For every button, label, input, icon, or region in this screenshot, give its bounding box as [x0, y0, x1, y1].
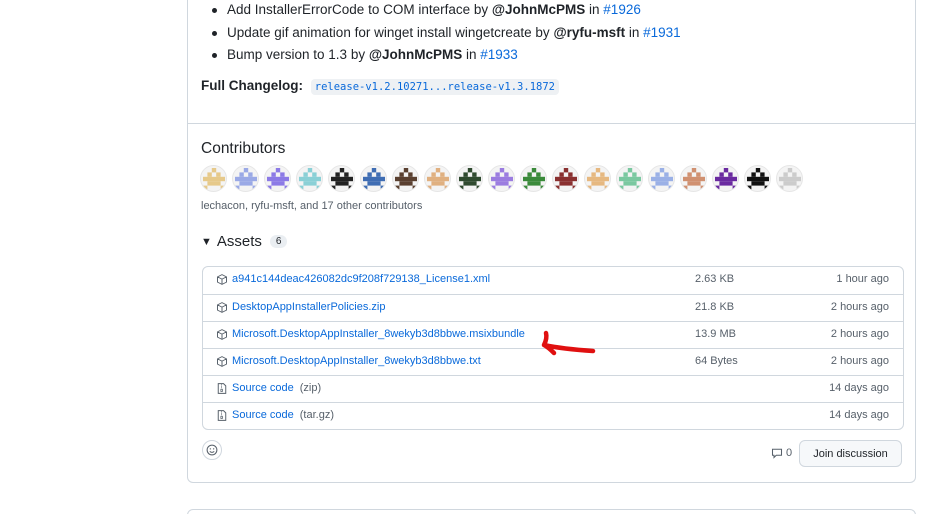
asset-row: a941c144deac426082dc9f208f729138_License… — [203, 267, 903, 294]
contributor-avatar[interactable] — [232, 165, 259, 192]
smiley-icon — [206, 444, 218, 456]
note-item: Update gif animation for winget install … — [212, 24, 681, 47]
contributor-avatar[interactable] — [200, 165, 227, 192]
pr-link[interactable]: #1926 — [603, 2, 641, 17]
asset-time: 2 hours ago — [830, 301, 889, 313]
package-icon — [216, 301, 228, 314]
contributors-summary: lechacon, ryfu-msft, and 17 other contri… — [201, 200, 423, 212]
contributor-avatar[interactable] — [584, 165, 611, 192]
contributor-avatar[interactable] — [296, 165, 323, 192]
contributor-avatar[interactable] — [456, 165, 483, 192]
contributor-avatar[interactable] — [680, 165, 707, 192]
user-mention-link[interactable]: @JohnMcPMS — [492, 2, 585, 17]
full-changelog: Full Changelog: release-v1.2.10271...rel… — [201, 78, 559, 95]
contributor-avatar[interactable] — [392, 165, 419, 192]
asset-link[interactable]: Source code (tar.gz) — [232, 409, 334, 421]
asset-size: 13.9 MB — [695, 328, 736, 340]
user-mention-link[interactable]: @JohnMcPMS — [369, 47, 462, 62]
asset-link[interactable]: DesktopAppInstallerPolicies.zip — [232, 301, 391, 313]
contributor-avatar[interactable] — [776, 165, 803, 192]
file-zip-icon — [216, 409, 228, 422]
asset-size: 64 Bytes — [695, 355, 738, 367]
assets-heading: Assets — [216, 233, 262, 250]
asset-time: 14 days ago — [829, 382, 889, 394]
release-card: Add InstallerErrorCode to COM interface … — [187, 0, 916, 483]
asset-link[interactable]: Source code (zip) — [232, 382, 321, 394]
contributors-avatars — [200, 165, 803, 192]
add-reaction-button[interactable] — [202, 440, 222, 460]
annotation-arrow — [541, 330, 596, 356]
pr-link[interactable]: #1931 — [643, 25, 681, 40]
asset-time: 14 days ago — [829, 409, 889, 421]
contributor-avatar[interactable] — [552, 165, 579, 192]
contributor-avatar[interactable] — [488, 165, 515, 192]
asset-link[interactable]: Microsoft.DesktopAppInstaller_8wekyb3d8b… — [232, 355, 487, 367]
asset-row: DesktopAppInstallerPolicies.zip 21.8 KB 2 … — [203, 294, 903, 321]
assets-toggle[interactable]: ▼ Assets 6 — [201, 233, 288, 250]
asset-link[interactable]: Microsoft.DesktopAppInstaller_8wekyb3d8b… — [232, 328, 531, 340]
contributor-avatar[interactable] — [648, 165, 675, 192]
notes-list: Add InstallerErrorCode to COM interface … — [212, 1, 681, 69]
pr-link[interactable]: #1933 — [480, 47, 518, 62]
contributor-avatar[interactable] — [328, 165, 355, 192]
join-discussion-button[interactable]: Join discussion — [799, 440, 902, 467]
changelog-range-link[interactable]: release-v1.2.10271...release-v1.3.1872 — [310, 79, 559, 95]
contributor-avatar[interactable] — [424, 165, 451, 192]
asset-size: 21.8 KB — [695, 301, 735, 313]
file-zip-icon — [216, 382, 228, 395]
package-icon — [216, 328, 228, 341]
contributor-avatar[interactable] — [744, 165, 771, 192]
contributor-avatar[interactable] — [520, 165, 547, 192]
release-notes: Add InstallerErrorCode to COM interface … — [188, 0, 915, 124]
asset-time: 1 hour ago — [836, 273, 889, 285]
contributors-heading: Contributors — [201, 140, 286, 157]
package-icon — [216, 355, 228, 368]
package-icon — [216, 273, 228, 286]
note-item: Add InstallerErrorCode to COM interface … — [212, 1, 681, 24]
user-mention-link[interactable]: @ryfu-msft — [553, 25, 625, 40]
assets-count-badge: 6 — [269, 235, 288, 248]
asset-row: Source code (tar.gz) 14 days ago — [203, 402, 903, 429]
asset-time: 2 hours ago — [830, 328, 889, 340]
contributor-avatar[interactable] — [360, 165, 387, 192]
release-footer: 0 Join discussion — [202, 440, 904, 468]
next-release-card — [187, 509, 916, 514]
comments-count[interactable]: 0 — [771, 447, 792, 459]
triangle-down-icon: ▼ — [201, 235, 212, 248]
asset-time: 2 hours ago — [830, 355, 889, 367]
comment-icon — [771, 448, 783, 459]
asset-size: 2.63 KB — [695, 273, 735, 285]
contributor-avatar[interactable] — [264, 165, 291, 192]
asset-row: Source code (zip) 14 days ago — [203, 375, 903, 402]
contributor-avatar[interactable] — [712, 165, 739, 192]
contributor-avatar[interactable] — [616, 165, 643, 192]
note-item: Bump version to 1.3 by @JohnMcPMS in #19… — [212, 46, 681, 69]
asset-link[interactable]: a941c144deac426082dc9f208f729138_License… — [232, 273, 496, 285]
